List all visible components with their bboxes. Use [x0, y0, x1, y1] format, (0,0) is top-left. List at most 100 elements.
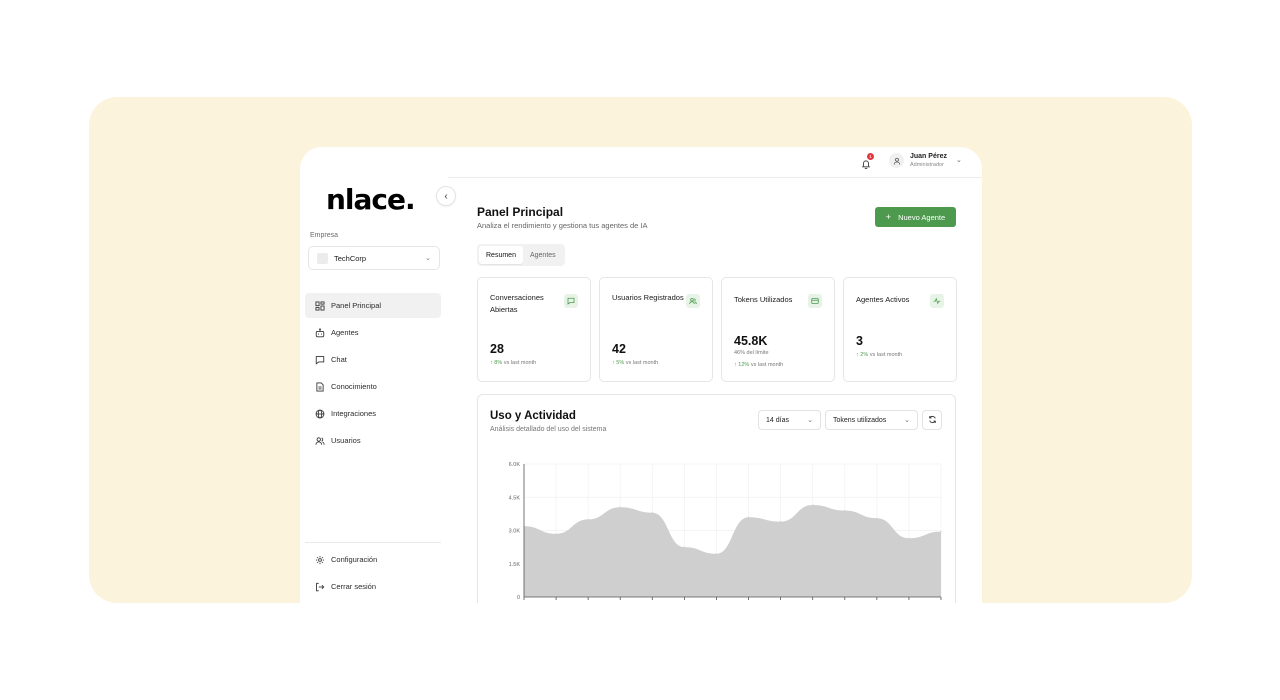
sidebar-item-integraciones[interactable]: Integraciones	[305, 401, 441, 426]
sidebar: nlace. Empresa TechCorp ⌄ Panel Principa…	[300, 147, 448, 603]
y-tick-label: 0	[517, 595, 520, 601]
page-title: Panel Principal	[477, 205, 564, 219]
users-icon	[686, 294, 700, 308]
stat-change-value: 12%	[738, 362, 750, 368]
tab-agentes[interactable]: Agentes	[523, 246, 563, 264]
background-frame: nlace. Empresa TechCorp ⌄ Panel Principa…	[89, 97, 1192, 603]
data-point	[940, 531, 942, 533]
refresh-button[interactable]	[922, 410, 942, 430]
sidebar-item-panel-principal[interactable]: Panel Principal	[305, 293, 441, 318]
refresh-icon	[928, 411, 937, 429]
stat-change-text: vs last month	[503, 360, 537, 366]
y-tick-label: 4.5K	[509, 495, 521, 501]
sidebar-collapse-button[interactable]: ‹	[436, 186, 456, 206]
chevron-down-icon[interactable]: ⌄	[956, 156, 962, 164]
sidebar-divider	[305, 542, 441, 543]
metric-select[interactable]: Tokens utilizados ⌄	[825, 410, 918, 430]
area-series	[524, 505, 941, 597]
company-label: Empresa	[310, 232, 339, 239]
users-icon	[314, 435, 325, 446]
plus-icon: +	[885, 212, 892, 222]
sidebar-item-usuarios[interactable]: Usuarios	[305, 428, 441, 453]
range-value: 14 días	[766, 416, 789, 424]
y-tick-label: 6.0K	[509, 462, 521, 468]
data-point	[780, 521, 782, 523]
notifications-button[interactable]: 1	[861, 153, 874, 170]
layout-grid-icon	[314, 300, 325, 311]
new-agent-label: Nuevo Agente	[898, 212, 946, 222]
user-icon	[893, 152, 901, 170]
chat-icon	[314, 354, 325, 365]
notification-badge: 1	[867, 153, 874, 160]
tab-bar: Resumen Agentes	[477, 244, 565, 266]
bot-icon	[314, 327, 325, 338]
sidebar-bottom-nav: Configuración Cerrar sesión	[305, 547, 441, 601]
new-agent-button[interactable]: + Nuevo Agente	[875, 207, 956, 227]
chevron-down-icon: ⌄	[807, 417, 813, 424]
stat-change-value: 5%	[616, 360, 625, 366]
stat-title: Conversaciones Abiertas	[490, 293, 544, 314]
sidebar-item-label: Panel Principal	[331, 301, 382, 310]
stat-card-conversaciones: Conversaciones Abiertas 28 ↑ 8% vs last …	[477, 277, 591, 382]
range-select[interactable]: 14 días ⌄	[758, 410, 821, 430]
arrow-up-icon: ↑	[490, 360, 493, 366]
sidebar-item-agentes[interactable]: Agentes	[305, 320, 441, 345]
data-point	[715, 553, 718, 555]
sidebar-item-label: Agentes	[331, 328, 359, 337]
stat-value: 42	[612, 342, 626, 356]
data-point	[908, 537, 910, 539]
sidebar-nav: Panel Principal Agentes Chat Conocimient…	[305, 293, 441, 455]
tab-resumen[interactable]: Resumen	[479, 246, 523, 264]
user-avatar[interactable]	[889, 153, 904, 168]
sidebar-item-label: Usuarios	[331, 436, 361, 445]
stat-note: 46% del límite	[734, 350, 769, 356]
usage-area-chart: 6.0K 4.5K 3.0K 1.5K 0	[509, 462, 942, 601]
data-point	[555, 533, 557, 535]
y-tick-label: 1.5K	[509, 562, 521, 568]
usage-chart-card: Uso y Actividad Análisis detallado del u…	[477, 394, 956, 603]
stat-title: Usuarios Registrados	[612, 293, 684, 302]
gear-icon	[314, 554, 325, 565]
company-name: TechCorp	[334, 253, 367, 263]
chart-subtitle: Análisis detallado del uso del sistema	[490, 426, 607, 433]
sidebar-item-configuracion[interactable]: Configuración	[305, 547, 441, 572]
arrow-up-icon: ↑	[612, 360, 615, 366]
logout-icon	[314, 581, 325, 592]
company-logo	[317, 252, 328, 264]
stat-card-usuarios: Usuarios Registrados 42 ↑ 5% vs last mon…	[599, 277, 713, 382]
app-window: nlace. Empresa TechCorp ⌄ Panel Principa…	[300, 147, 982, 603]
stat-value: 45.8K	[734, 334, 768, 348]
sidebar-item-conocimiento[interactable]: Conocimiento	[305, 374, 441, 399]
arrow-up-icon: ↑	[734, 362, 737, 368]
stat-change-text: vs last month	[625, 360, 659, 366]
stat-change: ↑ 12% vs last month	[734, 362, 783, 368]
logo: nlace.	[326, 183, 416, 216]
sidebar-item-cerrar-sesion[interactable]: Cerrar sesión	[305, 574, 441, 599]
stat-change-text: vs last month	[869, 352, 903, 358]
metric-value: Tokens utilizados	[833, 416, 887, 424]
stat-change: ↑ 8% vs last month	[490, 360, 536, 366]
main-content: Panel Principal Analiza el rendimiento y…	[448, 178, 982, 603]
sidebar-item-label: Conocimiento	[331, 382, 377, 391]
stat-card-tokens: Tokens Utilizados 45.8K 46% del límite ↑…	[721, 277, 835, 382]
stat-value: 3	[856, 334, 863, 348]
stat-change-value: 2%	[860, 352, 869, 358]
data-point	[587, 518, 589, 521]
chevron-down-icon: ⌄	[904, 417, 910, 424]
data-point	[876, 517, 878, 519]
y-tick-label: 3.0K	[509, 529, 521, 535]
user-name[interactable]: Juan Pérez	[910, 153, 947, 160]
user-role: Administrador	[910, 162, 944, 168]
sidebar-item-chat[interactable]: Chat	[305, 347, 441, 372]
sidebar-item-label: Integraciones	[331, 409, 377, 418]
globe-icon	[314, 408, 325, 419]
chevron-left-icon: ‹	[444, 190, 448, 202]
data-point	[812, 504, 814, 506]
activity-icon	[930, 294, 944, 308]
company-select[interactable]: TechCorp ⌄	[308, 246, 440, 270]
sidebar-item-label: Configuración	[331, 555, 378, 564]
stat-change: ↑ 2% vs last month	[856, 352, 902, 358]
stat-card-agentes-activos: Agentes Activos 3 ↑ 2% vs last month	[843, 277, 957, 382]
data-point	[844, 509, 846, 512]
document-icon	[314, 381, 325, 392]
